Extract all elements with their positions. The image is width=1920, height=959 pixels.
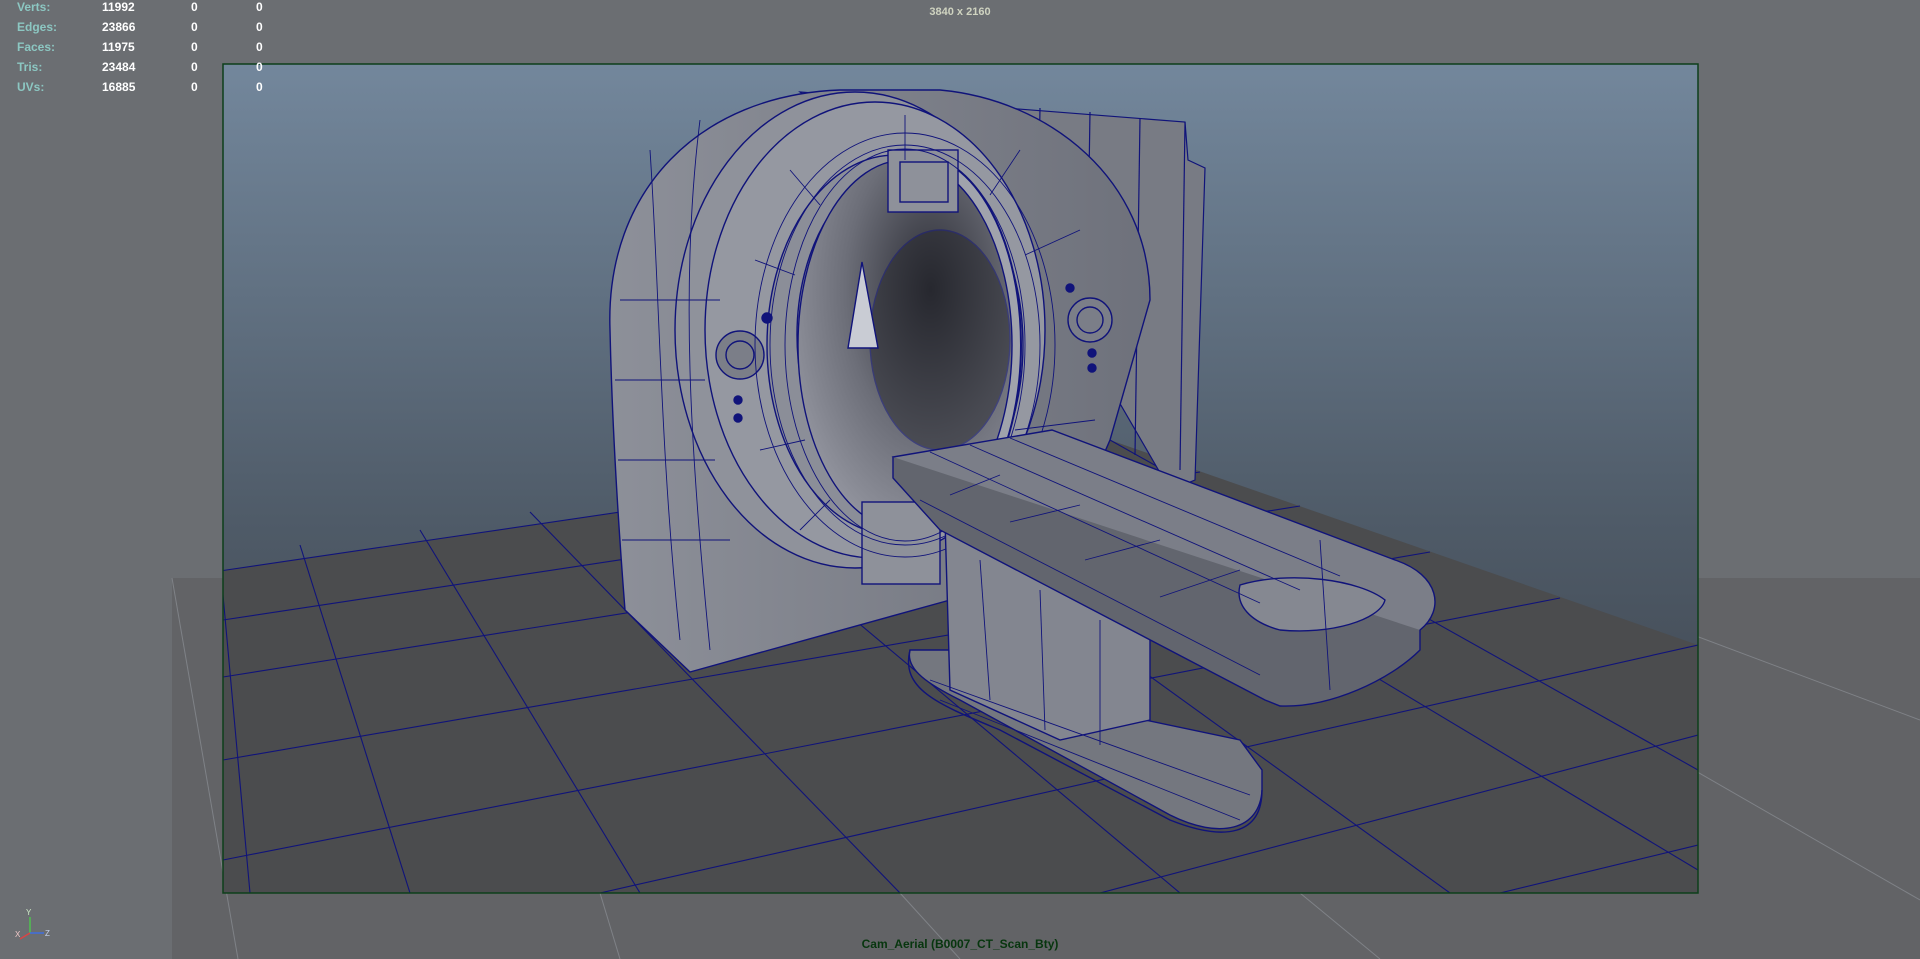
- hud-total: 16885: [102, 80, 136, 94]
- camera-name-label: Cam_Aerial (B0007_CT_Scan_Bty): [861, 937, 1059, 951]
- hud-selected: 0: [191, 20, 198, 34]
- hud-selected: 0: [191, 40, 198, 54]
- hud-label: UVs:: [17, 80, 45, 94]
- hud-uv: 0: [256, 80, 263, 94]
- hud-label: Faces:: [17, 40, 56, 54]
- hud-selected: 0: [191, 0, 198, 14]
- hud-row-edges: Edges: 23866 0 0: [0, 20, 300, 36]
- hud-selected: 0: [191, 60, 198, 74]
- hud-selected: 0: [191, 80, 198, 94]
- hud-total: 11992: [102, 0, 135, 14]
- hud-row-tris: Tris: 23484 0 0: [0, 60, 300, 76]
- hud-uv: 0: [256, 20, 263, 34]
- hud-uv: 0: [256, 40, 263, 54]
- resolution-gate-label: 3840 x 2160: [929, 6, 991, 18]
- maya-viewport[interactable]: Verts: 11992 0 0 Edges: 23866 0 0 Faces:…: [0, 0, 1920, 959]
- hud-label: Tris:: [17, 60, 43, 74]
- hud-row-faces: Faces: 11975 0 0: [0, 40, 300, 56]
- hud-row-verts: Verts: 11992 0 0: [0, 0, 300, 16]
- hud-uv: 0: [256, 0, 263, 14]
- axis-x-label: X: [15, 930, 21, 939]
- axis-gizmo-icon: Y X Z: [15, 908, 50, 940]
- axis-z-label: Z: [45, 929, 50, 938]
- hud-total: 23484: [102, 60, 136, 74]
- hud-label: Edges:: [17, 20, 58, 34]
- resolution-gate-content: [223, 64, 1698, 893]
- hud-uv: 0: [256, 60, 263, 74]
- viewport-scene[interactable]: [0, 0, 1920, 959]
- hud-total: 23866: [102, 20, 136, 34]
- hud-total: 11975: [102, 40, 135, 54]
- hud-row-uvs: UVs: 16885 0 0: [0, 80, 300, 96]
- axis-y-label: Y: [26, 908, 32, 917]
- hud-label: Verts:: [17, 0, 51, 14]
